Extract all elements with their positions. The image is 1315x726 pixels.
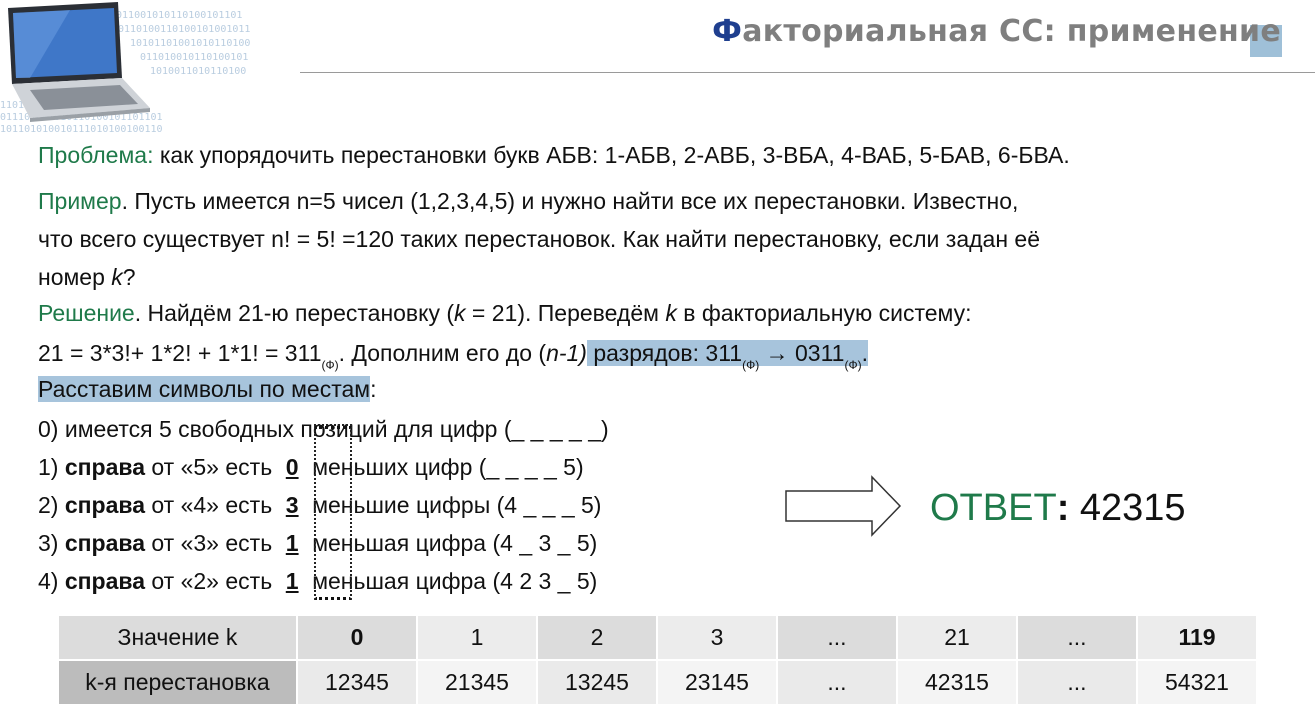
svg-text:1010011010110100: 1010011010110100 bbox=[150, 66, 246, 77]
table-cell: Значение k bbox=[57, 614, 298, 661]
answer: ОТВЕТ: 42315 bbox=[930, 487, 1186, 530]
example-question: ? bbox=[122, 264, 136, 290]
example-line-3: номер k? bbox=[38, 262, 136, 292]
step-3-number: 3) bbox=[38, 530, 59, 556]
solution-text-3: в факториальную систему: bbox=[676, 300, 972, 326]
step-4-number: 4) bbox=[38, 568, 59, 594]
arrange-colon: : bbox=[370, 376, 377, 402]
table-cell: 119 bbox=[1136, 614, 1258, 661]
table-cell: 13245 bbox=[536, 659, 658, 706]
step-1-number: 1) bbox=[38, 454, 59, 480]
permutation-table: Значение k 0 1 2 3 ... 21 ... 119 k-я пе… bbox=[57, 614, 1258, 706]
formula-n-minus-1: n-1) bbox=[546, 340, 587, 366]
solution-text-1: Найдём 21-ю перестановку ( bbox=[141, 300, 455, 326]
table-cell: 3 bbox=[656, 614, 778, 661]
formula-highlight: разрядов: 311(Ф) → 0311(Ф). bbox=[586, 340, 868, 372]
title-divider bbox=[300, 72, 1315, 73]
step-2-pre: от «4» есть bbox=[145, 492, 273, 518]
formula-sub-1: (Ф) bbox=[321, 358, 339, 372]
svg-text:011010010110100101: 011010010110100101 bbox=[140, 52, 248, 63]
table-cell: 2 bbox=[536, 614, 658, 661]
step-4-post: меньшая цифра (4 2 3 _ 5) bbox=[312, 568, 598, 594]
solution-k-1: k bbox=[454, 300, 466, 326]
formula-part-c: разрядов: 311 bbox=[586, 340, 743, 366]
answer-value: 42315 bbox=[1069, 487, 1186, 529]
step-1-post: меньших цифр (_ _ _ _ 5) bbox=[312, 454, 584, 480]
problem-label: Проблема: bbox=[38, 142, 154, 168]
step-3-digit: 1 bbox=[285, 530, 299, 556]
step-2-digit: 3 bbox=[285, 492, 299, 518]
step-1: 1) справа от «5» есть 0 меньших цифр (_ _ … bbox=[38, 452, 584, 482]
step-3-pre: от «3» есть bbox=[145, 530, 273, 556]
table-cell: 54321 bbox=[1136, 659, 1258, 706]
table-cell: 23145 bbox=[656, 659, 778, 706]
step-2-bold: справа bbox=[64, 492, 145, 518]
right-arrow-icon bbox=[785, 475, 902, 537]
title-first-letter: Ф bbox=[712, 14, 743, 49]
table-row: Значение k 0 1 2 3 ... 21 ... 119 bbox=[57, 614, 1258, 661]
example-k: k bbox=[111, 264, 123, 290]
solution-k-2: k bbox=[665, 300, 677, 326]
table-row: k-я перестановка 12345 21345 13245 23145… bbox=[57, 659, 1258, 706]
svg-text:1011001010110100101101: 1011001010110100101101 bbox=[110, 10, 242, 21]
step-1-bold: справа bbox=[64, 454, 145, 480]
formula-line: 21 = 3*3!+ 1*2! + 1*1! = 311(Ф). Дополни… bbox=[38, 338, 868, 372]
step-2-post: меньшие цифры (4 _ _ _ 5) bbox=[312, 492, 602, 518]
laptop-logo-image: 1011001010110100101101 01101001101001010… bbox=[0, 0, 300, 135]
table-cell: ... bbox=[1016, 614, 1138, 661]
example-text-3: номер bbox=[38, 264, 112, 290]
formula-part-d: → 0311 bbox=[759, 340, 845, 366]
arrange-text: Расставим символы по местам bbox=[38, 376, 371, 402]
step-4-pre: от «2» есть bbox=[145, 568, 273, 594]
formula-part-a: 21 = 3*3!+ 1*2! + 1*1! = 311 bbox=[38, 340, 322, 366]
problem-text: как упорядочить перестановки букв АБВ: 1… bbox=[153, 142, 1070, 168]
answer-label: ОТВЕТ bbox=[930, 487, 1057, 529]
digit-column-frame bbox=[314, 426, 352, 600]
table-cell: 12345 bbox=[296, 659, 418, 706]
step-1-digit: 0 bbox=[285, 454, 299, 480]
table-cell: 21 bbox=[896, 614, 1018, 661]
formula-part-b: . Дополним его до ( bbox=[338, 340, 547, 366]
example-line-2: что всего существует n! = 5! =120 таких … bbox=[38, 226, 1041, 252]
solution-line: Решение. Найдём 21-ю перестановку (k = 2… bbox=[38, 298, 972, 328]
table-cell: ... bbox=[776, 614, 898, 661]
table-cell: ... bbox=[776, 659, 898, 706]
step-4-bold: справа bbox=[64, 568, 145, 594]
laptop-icon: 1011001010110100101101 01101001101001010… bbox=[0, 2, 250, 135]
table-cell: 42315 bbox=[896, 659, 1018, 706]
formula-sub-3: (Ф) bbox=[844, 358, 862, 372]
step-4-digit: 1 bbox=[285, 568, 299, 594]
arrange-line: Расставим символы по местам: bbox=[38, 374, 376, 404]
table-cell: k-я перестановка bbox=[57, 659, 298, 706]
formula-part-e: . bbox=[861, 340, 868, 366]
step-1-pre: от «5» есть bbox=[145, 454, 273, 480]
slide-title: Факториальная СС: применение bbox=[712, 14, 1281, 49]
svg-text:0110100110100101001011: 0110100110100101001011 bbox=[118, 24, 250, 35]
step-3-post: меньшая цифра (4 _ 3 _ 5) bbox=[312, 530, 598, 556]
table-cell: 0 bbox=[296, 614, 418, 661]
step-2-number: 2) bbox=[38, 492, 59, 518]
example-label: Пример bbox=[38, 188, 122, 214]
step-3-bold: справа bbox=[64, 530, 145, 556]
answer-colon: : bbox=[1056, 487, 1070, 529]
problem-line: Проблема: как упорядочить перестановки б… bbox=[38, 140, 1070, 170]
table-cell: ... bbox=[1016, 659, 1138, 706]
formula-sub-2: (Ф) bbox=[742, 358, 760, 372]
svg-text:101101010010111010100100110: 101101010010111010100100110 bbox=[0, 124, 163, 135]
title-rest: акториальная СС: применение bbox=[742, 14, 1281, 49]
step-0-number: 0) bbox=[38, 416, 59, 442]
table-cell: 21345 bbox=[416, 659, 538, 706]
table-cell: 1 bbox=[416, 614, 538, 661]
solution-text-2: = 21). Переведём bbox=[465, 300, 666, 326]
example-text-1: Пусть имеется n=5 чисел (1,2,3,4,5) и ну… bbox=[127, 188, 1019, 214]
solution-label: Решение bbox=[38, 300, 135, 326]
example-line-1: Пример. Пусть имеется n=5 чисел (1,2,3,4… bbox=[38, 186, 1018, 216]
svg-text:10101101001010110100: 10101101001010110100 bbox=[130, 38, 250, 49]
